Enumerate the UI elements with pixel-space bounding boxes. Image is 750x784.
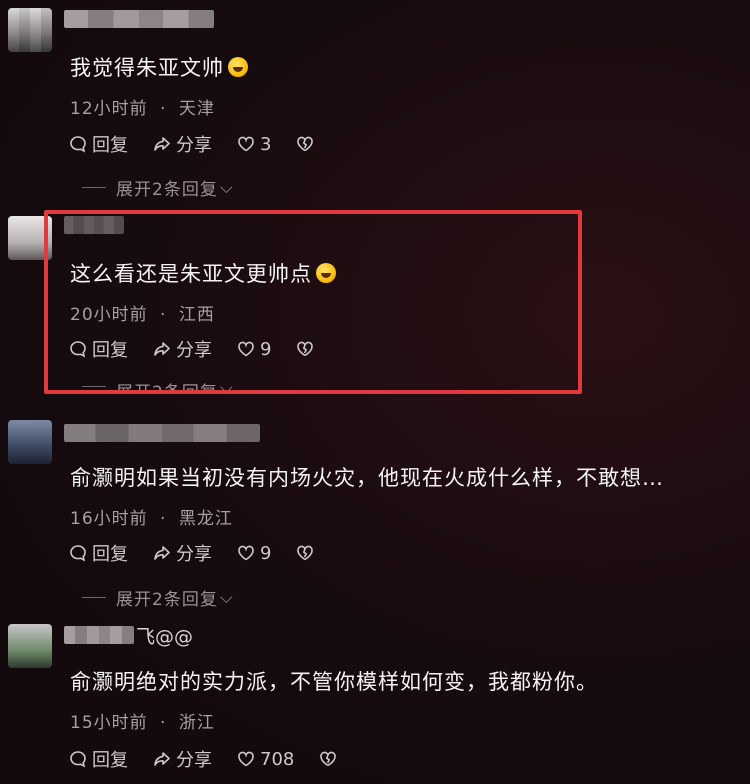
like-count: 3 — [260, 133, 272, 155]
share-arrow-icon — [154, 752, 170, 766]
comment-text-content: 俞灏明绝对的实力派，不管你模样如何变，我都粉你。 — [70, 670, 598, 694]
heart-icon — [238, 136, 254, 152]
reply-bubble-icon — [70, 136, 86, 153]
dislike-button[interactable] — [295, 543, 319, 563]
comment-meta: 16小时前 · 黑龙江 — [70, 504, 233, 529]
dislike-button[interactable] — [318, 749, 342, 769]
dislike-button[interactable] — [295, 134, 319, 154]
broken-heart-icon — [297, 136, 314, 152]
share-button[interactable]: 分享 — [152, 746, 212, 772]
expand-replies[interactable]: 展开2条回复 ⌵ — [82, 585, 234, 610]
username-blurred[interactable] — [64, 626, 134, 644]
divider-line — [82, 187, 106, 188]
comment-text: 我觉得朱亚文帅 — [70, 52, 248, 82]
reply-button[interactable]: 回复 — [68, 746, 128, 772]
share-arrow-icon — [154, 546, 170, 560]
share-arrow-icon — [154, 137, 170, 151]
broken-heart-icon — [297, 545, 314, 561]
meta-separator: · — [160, 713, 167, 733]
reply-button[interactable]: 回复 — [68, 540, 128, 566]
share-label: 分享 — [176, 544, 212, 565]
comment-text: 俞灏明绝对的实力派，不管你模样如何变，我都粉你。 — [70, 666, 598, 696]
expand-replies-label: 展开2条回复 — [116, 180, 218, 200]
heart-icon — [238, 751, 254, 767]
expand-replies-label: 展开2条回复 — [116, 590, 218, 610]
comment-actions: 回复 分享 708 — [68, 747, 366, 771]
share-button[interactable]: 分享 — [152, 540, 212, 566]
avatar[interactable] — [8, 624, 52, 668]
avatar[interactable] — [8, 8, 52, 52]
reply-label: 回复 — [92, 135, 128, 156]
highlight-box — [44, 210, 582, 394]
comment-actions: 回复 分享 3 — [68, 132, 343, 156]
username-partial[interactable]: 飞@@ — [136, 622, 193, 649]
comment-location: 浙江 — [178, 713, 215, 733]
chevron-down-icon: ⌵ — [219, 587, 234, 608]
reply-button[interactable]: 回复 — [68, 131, 128, 157]
expand-replies[interactable]: 展开2条回复 ⌵ — [82, 175, 234, 200]
meta-separator: · — [160, 99, 167, 119]
comment-text-content: 俞灏明如果当初没有内场火灾，他现在火成什么样，不敢想… — [70, 466, 664, 490]
comment-time: 16小时前 — [70, 509, 148, 529]
like-count: 9 — [260, 542, 272, 564]
like-button[interactable]: 9 — [236, 543, 271, 564]
username-blurred[interactable] — [64, 424, 260, 442]
comment-time: 15小时前 — [70, 713, 148, 733]
broken-heart-icon — [320, 751, 337, 767]
comment-location: 黑龙江 — [178, 509, 233, 529]
share-button[interactable]: 分享 — [152, 131, 212, 157]
like-button[interactable]: 3 — [236, 134, 271, 155]
reply-bubble-icon — [70, 751, 86, 768]
comment-time: 12小时前 — [70, 99, 148, 119]
crying-laughing-emoji-icon — [228, 57, 248, 77]
comment-meta: 15小时前 · 浙江 — [70, 708, 215, 733]
reply-bubble-icon — [70, 545, 86, 562]
comment-location: 天津 — [178, 99, 215, 119]
comment-meta: 12小时前 · 天津 — [70, 94, 215, 119]
chevron-down-icon: ⌵ — [219, 177, 234, 198]
comment-text-content: 我觉得朱亚文帅 — [70, 56, 224, 80]
like-count: 708 — [260, 748, 295, 770]
avatar[interactable] — [8, 420, 52, 464]
reply-label: 回复 — [92, 544, 128, 565]
username-blurred[interactable] — [64, 10, 214, 28]
heart-icon — [238, 545, 254, 561]
share-label: 分享 — [176, 135, 212, 156]
meta-separator: · — [160, 509, 167, 529]
reply-label: 回复 — [92, 750, 128, 771]
comment-text: 俞灏明如果当初没有内场火灾，他现在火成什么样，不敢想… — [70, 462, 664, 492]
comment-actions: 回复 分享 9 — [68, 541, 343, 565]
divider-line — [82, 597, 106, 598]
share-label: 分享 — [176, 750, 212, 771]
like-button[interactable]: 708 — [236, 749, 294, 770]
